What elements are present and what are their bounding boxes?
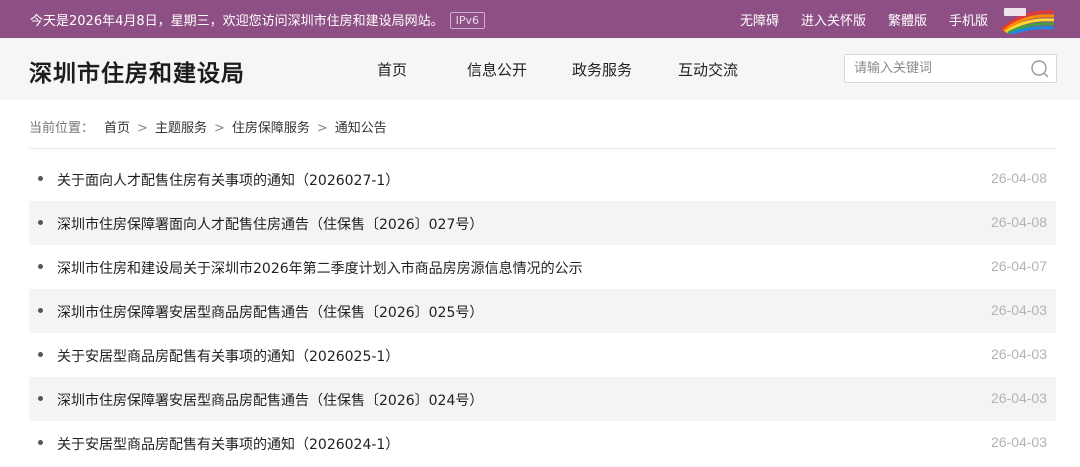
breadcrumb: 当前位置： 首页 > 主题服务 > 住房保障服务 > 通知公告 [29, 117, 387, 136]
ipv6-badge: IPv6 [449, 12, 486, 29]
breadcrumb-separator: > [316, 121, 328, 136]
list-item[interactable]: 深圳市住房保障署面向人才配售住房通告（住保售〔2026〕027号） 26-04-… [29, 201, 1056, 245]
notice-list: 关于面向人才配售住房有关事项的通知（2026027-1） 26-04-08 深圳… [29, 157, 1056, 465]
list-item[interactable]: 关于安居型商品房配售有关事项的通知（2026024-1） 26-04-03 [29, 421, 1056, 465]
welcome-text: 今天是2026年4月8日，星期三，欢迎您访问深圳市住房和建设局网站。 [30, 14, 444, 29]
list-item[interactable]: 深圳市住房和建设局关于深圳市2026年第二季度计划入市商品房房源信息情况的公示 … [29, 245, 1056, 289]
welcome-message: 今天是2026年4月8日，星期三，欢迎您访问深圳市住房和建设局网站。 IPv6 [30, 10, 486, 29]
breadcrumb-separator: > [213, 121, 225, 136]
breadcrumb-separator: > [137, 121, 148, 136]
notice-date: 26-04-03 [990, 346, 1047, 362]
breadcrumb-notices[interactable]: 通知公告 [335, 121, 387, 136]
accessibility-link[interactable]: 无障碍 [740, 10, 779, 29]
elderly-care-mode-link[interactable]: 进入关怀版 [801, 10, 866, 29]
nav-government-services[interactable]: 政务服务 [572, 59, 632, 80]
notice-title[interactable]: 关于安居型商品房配售有关事项的通知（2026025-1） [57, 346, 399, 366]
notice-title[interactable]: 深圳市住房和建设局关于深圳市2026年第二季度计划入市商品房房源信息情况的公示 [57, 258, 583, 278]
bullet-icon [38, 176, 43, 181]
breadcrumb-housing-security[interactable]: 住房保障服务 [232, 121, 310, 136]
notice-date: 26-04-08 [990, 214, 1047, 230]
bullet-icon [38, 440, 43, 445]
notice-date: 26-04-07 [990, 258, 1047, 274]
top-links: 无障碍 进入关怀版 繁體版 手机版 [740, 10, 988, 29]
nav-information-disclosure[interactable]: 信息公开 [467, 59, 527, 80]
search-input[interactable] [845, 55, 1025, 82]
notice-date: 26-04-08 [990, 170, 1047, 186]
rainbow-logo-icon[interactable] [998, 6, 1056, 34]
breadcrumb-topic-services[interactable]: 主题服务 [155, 121, 207, 136]
breadcrumb-label: 当前位置： [29, 121, 95, 136]
notice-title[interactable]: 关于安居型商品房配售有关事项的通知（2026024-1） [57, 434, 399, 454]
notice-title[interactable]: 深圳市住房保障署安居型商品房配售通告（住保售〔2026〕025号） [57, 302, 483, 322]
site-title[interactable]: 深圳市住房和建设局 [29, 54, 245, 88]
nav-interaction[interactable]: 互动交流 [678, 59, 738, 80]
notice-date: 26-04-03 [990, 302, 1047, 318]
notice-title[interactable]: 关于面向人才配售住房有关事项的通知（2026027-1） [57, 170, 399, 190]
mobile-version-link[interactable]: 手机版 [949, 10, 988, 29]
bullet-icon [38, 396, 43, 401]
traditional-chinese-link[interactable]: 繁體版 [888, 10, 927, 29]
bullet-icon [38, 352, 43, 357]
search-icon[interactable] [1030, 59, 1050, 79]
notice-date: 26-04-03 [990, 390, 1047, 406]
breadcrumb-home[interactable]: 首页 [104, 121, 130, 136]
search-box [844, 54, 1057, 83]
list-item[interactable]: 关于面向人才配售住房有关事项的通知（2026027-1） 26-04-08 [29, 157, 1056, 201]
content-divider [29, 148, 1056, 149]
bullet-icon [38, 308, 43, 313]
notice-title[interactable]: 深圳市住房保障署安居型商品房配售通告（住保售〔2026〕024号） [57, 390, 483, 410]
notice-title[interactable]: 深圳市住房保障署面向人才配售住房通告（住保售〔2026〕027号） [57, 214, 483, 234]
list-item[interactable]: 深圳市住房保障署安居型商品房配售通告（住保售〔2026〕024号） 26-04-… [29, 377, 1056, 421]
bullet-icon [38, 220, 43, 225]
notice-date: 26-04-03 [990, 434, 1047, 450]
bullet-icon [38, 264, 43, 269]
nav-home[interactable]: 首页 [377, 59, 407, 80]
list-item[interactable]: 深圳市住房保障署安居型商品房配售通告（住保售〔2026〕025号） 26-04-… [29, 289, 1056, 333]
site-header: 深圳市住房和建设局 首页 信息公开 政务服务 互动交流 [0, 38, 1080, 100]
list-item[interactable]: 关于安居型商品房配售有关事项的通知（2026025-1） 26-04-03 [29, 333, 1056, 377]
top-bar: 今天是2026年4月8日，星期三，欢迎您访问深圳市住房和建设局网站。 IPv6 无… [0, 0, 1080, 38]
